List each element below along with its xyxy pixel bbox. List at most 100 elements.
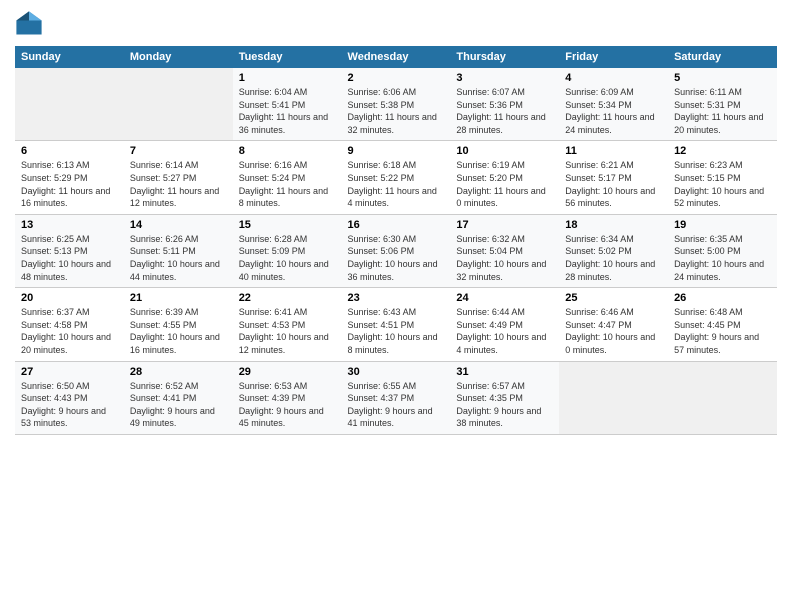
header-day-friday: Friday [559, 46, 668, 68]
day-cell: 17Sunrise: 6:32 AMSunset: 5:04 PMDayligh… [450, 214, 559, 287]
day-cell: 29 Sunrise: 6:53 AMSunset: 4:39 PMDayligh… [233, 361, 342, 434]
day-number: 5 [674, 72, 771, 84]
day-number: 21 [130, 292, 227, 304]
week-row-1: 1 Sunrise: 6:04 AMSunset: 5:41 PMDaylight… [15, 68, 777, 141]
day-cell: 9 Sunrise: 6:18 AMSunset: 5:22 PMDaylight… [342, 141, 451, 214]
day-number: 17 [456, 219, 553, 231]
header-day-tuesday: Tuesday [233, 46, 342, 68]
day-cell: 27 Sunrise: 6:50 AMSunset: 4:43 PMDayligh… [15, 361, 124, 434]
header-day-wednesday: Wednesday [342, 46, 451, 68]
day-cell: 24 Sunrise: 6:44 AMSunset: 4:49 PMDayligh… [450, 288, 559, 361]
day-cell: 26 Sunrise: 6:48 AMSunset: 4:45 PMDayligh… [668, 288, 777, 361]
week-row-4: 20 Sunrise: 6:37 AMSunset: 4:58 PMDayligh… [15, 288, 777, 361]
day-info: Sunrise: 6:35 AMSunset: 5:00 PMDaylight:… [674, 233, 771, 283]
day-info: Sunrise: 6:57 AMSunset: 4:35 PMDaylight:… [456, 380, 553, 430]
day-info: Sunrise: 6:41 AMSunset: 4:53 PMDaylight:… [239, 306, 336, 356]
day-number: 15 [239, 219, 336, 231]
day-cell: 31 Sunrise: 6:57 AMSunset: 4:35 PMDayligh… [450, 361, 559, 434]
day-info: Sunrise: 6:30 AMSunset: 5:06 PMDaylight:… [348, 233, 445, 283]
day-number: 3 [456, 72, 553, 84]
day-cell: 6 Sunrise: 6:13 AMSunset: 5:29 PMDaylight… [15, 141, 124, 214]
day-cell: 5 Sunrise: 6:11 AMSunset: 5:31 PMDaylight… [668, 68, 777, 141]
day-info: Sunrise: 6:11 AMSunset: 5:31 PMDaylight:… [674, 86, 771, 136]
day-number: 23 [348, 292, 445, 304]
day-number: 18 [565, 219, 662, 231]
day-cell: 15 Sunrise: 6:28 AMSunset: 5:09 PMDayligh… [233, 214, 342, 287]
day-number: 2 [348, 72, 445, 84]
day-cell: 18 Sunrise: 6:34 AMSunset: 5:02 PMDayligh… [559, 214, 668, 287]
day-cell: 8Sunrise: 6:16 AMSunset: 5:24 PMDaylight… [233, 141, 342, 214]
page: SundayMondayTuesdayWednesdayThursdayFrid… [0, 0, 792, 612]
day-info: Sunrise: 6:04 AMSunset: 5:41 PMDaylight:… [239, 86, 336, 136]
day-info: Sunrise: 6:46 AMSunset: 4:47 PMDaylight:… [565, 306, 662, 356]
logo [15, 10, 47, 38]
day-cell: 20 Sunrise: 6:37 AMSunset: 4:58 PMDayligh… [15, 288, 124, 361]
day-cell: 21 Sunrise: 6:39 AMSunset: 4:55 PMDayligh… [124, 288, 233, 361]
header [15, 10, 777, 38]
day-info: Sunrise: 6:09 AMSunset: 5:34 PMDaylight:… [565, 86, 662, 136]
day-number: 19 [674, 219, 771, 231]
header-day-monday: Monday [124, 46, 233, 68]
day-info: Sunrise: 6:44 AMSunset: 4:49 PMDaylight:… [456, 306, 553, 356]
day-number: 10 [456, 145, 553, 157]
day-number: 1 [239, 72, 336, 84]
day-number: 29 [239, 366, 336, 378]
day-info: Sunrise: 6:13 AMSunset: 5:29 PMDaylight:… [21, 159, 118, 209]
logo-icon [15, 10, 43, 38]
day-info: Sunrise: 6:28 AMSunset: 5:09 PMDaylight:… [239, 233, 336, 283]
day-number: 9 [348, 145, 445, 157]
day-info: Sunrise: 6:14 AMSunset: 5:27 PMDaylight:… [130, 159, 227, 209]
day-info: Sunrise: 6:55 AMSunset: 4:37 PMDaylight:… [348, 380, 445, 430]
day-cell [668, 361, 777, 434]
day-info: Sunrise: 6:07 AMSunset: 5:36 PMDaylight:… [456, 86, 553, 136]
day-info: Sunrise: 6:37 AMSunset: 4:58 PMDaylight:… [21, 306, 118, 356]
day-info: Sunrise: 6:19 AMSunset: 5:20 PMDaylight:… [456, 159, 553, 209]
day-cell: 28Sunrise: 6:52 AMSunset: 4:41 PMDayligh… [124, 361, 233, 434]
day-number: 24 [456, 292, 553, 304]
day-info: Sunrise: 6:23 AMSunset: 5:15 PMDaylight:… [674, 159, 771, 209]
day-number: 7 [130, 145, 227, 157]
day-number: 4 [565, 72, 662, 84]
week-row-2: 6 Sunrise: 6:13 AMSunset: 5:29 PMDaylight… [15, 141, 777, 214]
day-cell: 1 Sunrise: 6:04 AMSunset: 5:41 PMDaylight… [233, 68, 342, 141]
day-cell: 19 Sunrise: 6:35 AMSunset: 5:00 PMDayligh… [668, 214, 777, 287]
day-number: 25 [565, 292, 662, 304]
calendar-table: SundayMondayTuesdayWednesdayThursdayFrid… [15, 46, 777, 435]
day-number: 13 [21, 219, 118, 231]
day-number: 16 [348, 219, 445, 231]
day-number: 11 [565, 145, 662, 157]
day-info: Sunrise: 6:43 AMSunset: 4:51 PMDaylight:… [348, 306, 445, 356]
day-number: 31 [456, 366, 553, 378]
day-info: Sunrise: 6:26 AMSunset: 5:11 PMDaylight:… [130, 233, 227, 283]
day-info: Sunrise: 6:50 AMSunset: 4:43 PMDaylight:… [21, 380, 118, 430]
day-number: 26 [674, 292, 771, 304]
day-number: 30 [348, 366, 445, 378]
day-cell: 2 Sunrise: 6:06 AMSunset: 5:38 PMDaylight… [342, 68, 451, 141]
day-cell: 14Sunrise: 6:26 AMSunset: 5:11 PMDayligh… [124, 214, 233, 287]
day-info: Sunrise: 6:39 AMSunset: 4:55 PMDaylight:… [130, 306, 227, 356]
day-info: Sunrise: 6:53 AMSunset: 4:39 PMDaylight:… [239, 380, 336, 430]
day-cell: 22 Sunrise: 6:41 AMSunset: 4:53 PMDayligh… [233, 288, 342, 361]
header-day-sunday: Sunday [15, 46, 124, 68]
day-cell [15, 68, 124, 141]
week-row-5: 27 Sunrise: 6:50 AMSunset: 4:43 PMDayligh… [15, 361, 777, 434]
day-info: Sunrise: 6:48 AMSunset: 4:45 PMDaylight:… [674, 306, 771, 356]
day-cell: 4 Sunrise: 6:09 AMSunset: 5:34 PMDaylight… [559, 68, 668, 141]
day-info: Sunrise: 6:06 AMSunset: 5:38 PMDaylight:… [348, 86, 445, 136]
header-day-saturday: Saturday [668, 46, 777, 68]
day-number: 6 [21, 145, 118, 157]
day-number: 20 [21, 292, 118, 304]
day-info: Sunrise: 6:18 AMSunset: 5:22 PMDaylight:… [348, 159, 445, 209]
header-day-thursday: Thursday [450, 46, 559, 68]
day-info: Sunrise: 6:16 AMSunset: 5:24 PMDaylight:… [239, 159, 336, 209]
day-number: 27 [21, 366, 118, 378]
day-info: Sunrise: 6:52 AMSunset: 4:41 PMDaylight:… [130, 380, 227, 430]
day-cell: 25 Sunrise: 6:46 AMSunset: 4:47 PMDayligh… [559, 288, 668, 361]
week-row-3: 13Sunrise: 6:25 AMSunset: 5:13 PMDayligh… [15, 214, 777, 287]
day-cell: 16 Sunrise: 6:30 AMSunset: 5:06 PMDayligh… [342, 214, 451, 287]
day-info: Sunrise: 6:34 AMSunset: 5:02 PMDaylight:… [565, 233, 662, 283]
day-cell [559, 361, 668, 434]
day-cell: 3 Sunrise: 6:07 AMSunset: 5:36 PMDaylight… [450, 68, 559, 141]
day-number: 22 [239, 292, 336, 304]
day-cell: 30 Sunrise: 6:55 AMSunset: 4:37 PMDayligh… [342, 361, 451, 434]
